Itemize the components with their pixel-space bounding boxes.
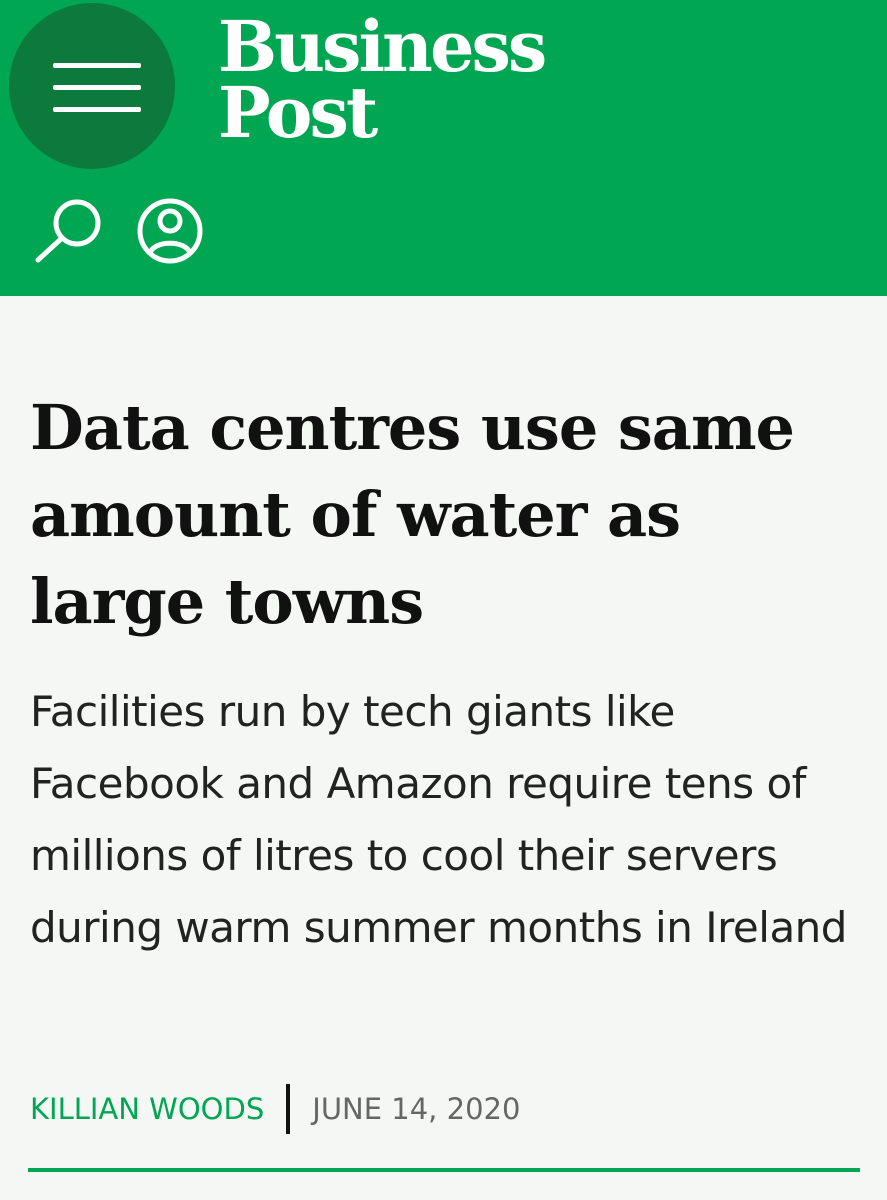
search-icon [35, 199, 101, 263]
hamburger-menu-icon-line [53, 63, 141, 68]
search-button[interactable] [34, 196, 106, 266]
hamburger-menu-icon-line [53, 107, 141, 112]
author-link[interactable]: KILLIAN WOODS [30, 1092, 264, 1126]
site-header: Business Post [0, 0, 887, 296]
site-logo[interactable]: Business Post [218, 12, 547, 154]
account-button[interactable] [134, 196, 206, 266]
article-headline: Data centres use same amount of water as… [30, 391, 795, 638]
byline-divider [286, 1084, 291, 1134]
menu-button[interactable] [9, 3, 175, 169]
publish-date: JUNE 14, 2020 [312, 1092, 521, 1126]
hamburger-menu-icon-line [53, 85, 141, 90]
article-standfirst: Facilities run by tech giants like Faceb… [30, 687, 847, 952]
article-byline: KILLIAN WOODS JUNE 14, 2020 [30, 1084, 520, 1134]
section-divider [28, 1168, 860, 1172]
logo-line-post: Post [218, 71, 378, 154]
user-account-icon [137, 198, 203, 264]
